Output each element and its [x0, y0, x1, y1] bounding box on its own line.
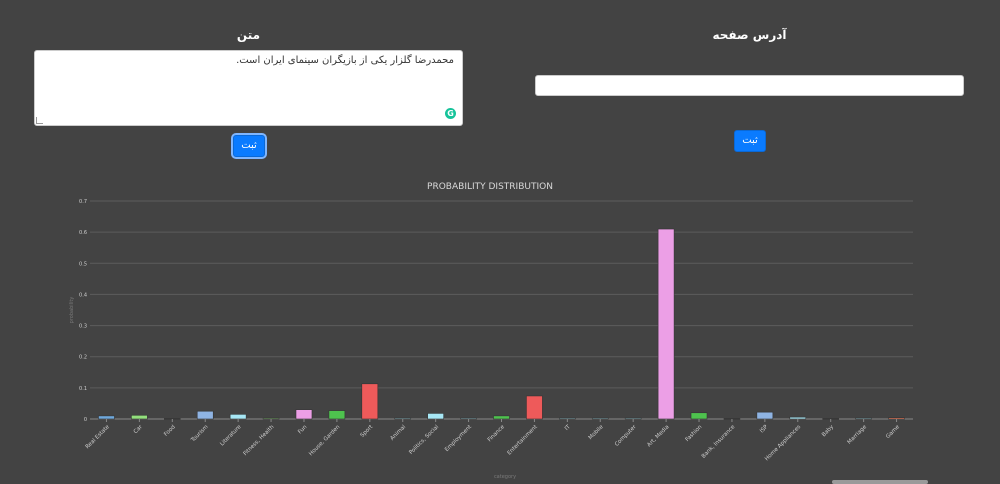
y-tick-label: 0.1 [79, 386, 87, 392]
y-tick-label: 0.6 [79, 230, 87, 236]
x-tick-label: Finance [487, 424, 507, 444]
x-tick-label: IT [564, 424, 572, 432]
x-tick-label: Baby [821, 424, 836, 439]
x-tick-label: Real Estate [85, 424, 112, 451]
x-tick-label: Mobile [588, 424, 605, 441]
bar [196, 410, 214, 420]
y-tick-label: 0 [84, 417, 87, 423]
horizontal-scrollbar[interactable] [832, 480, 928, 484]
x-tick-label: Marriage [847, 424, 869, 446]
x-tick-label: Politics, Social [408, 424, 440, 456]
x-tick-label: Bank, Insurance [701, 424, 737, 460]
y-axis-label: probability [69, 297, 75, 324]
x-tick-label: Fashion [685, 424, 704, 443]
bar [98, 415, 115, 420]
x-tick-label: Animal [389, 424, 407, 442]
bar [559, 417, 576, 420]
x-tick-label: Car [133, 424, 144, 435]
x-tick-label: House, Garden [308, 424, 342, 458]
bar [657, 228, 675, 420]
bar [295, 409, 313, 420]
bar [591, 417, 609, 420]
bar [756, 411, 774, 420]
bar [460, 417, 477, 420]
bar [229, 414, 247, 420]
y-tick-label: 0.5 [79, 261, 87, 267]
bar [789, 416, 807, 420]
y-tick-label: 0.3 [79, 324, 87, 330]
x-tick-label: Game [885, 424, 901, 440]
bar [624, 417, 642, 420]
x-tick-label: Home Appliances [764, 424, 802, 462]
x-tick-label: Literature [219, 424, 243, 448]
bar [493, 415, 510, 420]
x-tick-label: ISP [759, 424, 770, 435]
x-tick-label: Art, Media [646, 424, 670, 448]
x-tick-label: Fun [297, 424, 309, 436]
bar [131, 414, 148, 420]
bar [328, 410, 346, 420]
x-tick-label: Employment [444, 424, 473, 453]
x-tick-label: Fitness, Health [243, 424, 276, 457]
x-axis-label: category [494, 474, 516, 480]
x-tick-label: Tourism [190, 424, 210, 444]
bar [394, 417, 412, 420]
x-tick-label: Entertainment [507, 424, 540, 457]
bar [427, 413, 444, 420]
y-tick-label: 0.2 [79, 355, 87, 361]
bar [690, 412, 708, 420]
x-tick-label: Sport [360, 424, 375, 439]
y-tick-label: 0.7 [79, 199, 87, 205]
bar [262, 417, 280, 420]
bar [888, 417, 905, 420]
probability-chart: PROBABILITY DISTRIBUTION probability cat… [69, 182, 913, 480]
chart-title: PROBABILITY DISTRIBUTION [427, 182, 553, 192]
x-tick-label: Food [163, 424, 177, 438]
bar [526, 395, 543, 420]
y-tick-label: 0.4 [79, 292, 87, 298]
bar [361, 383, 379, 420]
bar [855, 417, 872, 420]
x-tick-label: Computer [614, 424, 638, 448]
